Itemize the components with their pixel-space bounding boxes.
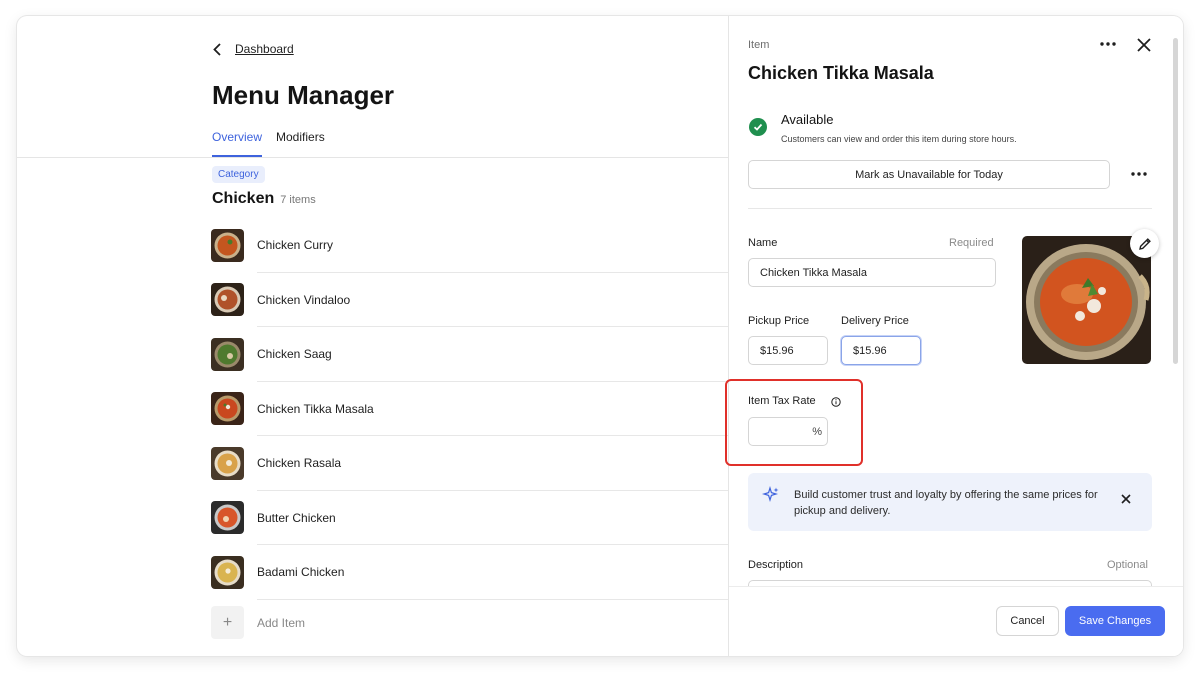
list-item[interactable]: Chicken Tikka Masala bbox=[211, 382, 728, 436]
item-name: Butter Chicken bbox=[257, 510, 336, 525]
more-options-icon[interactable] bbox=[1098, 36, 1118, 52]
menu-manager-content: Dashboard Menu Manager Overview Modifier… bbox=[17, 16, 728, 656]
item-thumbnail bbox=[211, 446, 244, 480]
item-name: Chicken Saag bbox=[257, 347, 332, 362]
percent-suffix: % bbox=[812, 425, 822, 438]
dismiss-tip-icon[interactable] bbox=[1120, 493, 1132, 505]
item-name: Chicken Curry bbox=[257, 238, 334, 253]
info-icon[interactable] bbox=[831, 397, 841, 407]
plus-icon[interactable]: + bbox=[211, 606, 244, 639]
item-photo bbox=[1022, 236, 1151, 364]
app-window: Dashboard Menu Manager Overview Modifier… bbox=[17, 16, 1183, 656]
save-changes-button[interactable]: Save Changes bbox=[1065, 606, 1165, 636]
item-name: Chicken Rasala bbox=[257, 456, 342, 471]
delivery-price-label: Delivery Price bbox=[841, 315, 909, 327]
item-name: Chicken Vindaloo bbox=[257, 292, 351, 307]
name-required-hint: Required bbox=[949, 237, 994, 249]
mark-unavailable-button[interactable]: Mark as Unavailable for Today bbox=[748, 160, 1110, 189]
breadcrumb[interactable]: Dashboard bbox=[213, 42, 294, 56]
menu-item-list: Chicken Curry Chicken Vindaloo Chicken S… bbox=[211, 218, 728, 600]
item-name: Badami Chicken bbox=[257, 565, 345, 580]
divider bbox=[748, 208, 1152, 209]
dashboard-link[interactable]: Dashboard bbox=[235, 42, 294, 56]
item-thumbnail bbox=[211, 228, 244, 262]
panel-footer: Cancel Save Changes bbox=[729, 586, 1183, 656]
tab-modifiers[interactable]: Modifiers bbox=[276, 130, 325, 157]
tip-banner: Build customer trust and loyalty by offe… bbox=[748, 473, 1152, 531]
availability-description: Customers can view and order this item d… bbox=[781, 134, 1017, 144]
add-item-row[interactable]: + Add Item bbox=[211, 606, 305, 639]
list-item[interactable]: Chicken Saag bbox=[211, 327, 728, 382]
description-label: Description bbox=[748, 559, 804, 571]
add-item-label: Add Item bbox=[257, 615, 306, 630]
panel-scrollbar[interactable] bbox=[1173, 38, 1178, 364]
chevron-left-icon[interactable] bbox=[213, 42, 221, 56]
tip-text: Build customer trust and loyalty by offe… bbox=[794, 489, 1098, 517]
name-input[interactable]: Chicken Tikka Masala bbox=[748, 258, 996, 287]
list-item[interactable]: Butter Chicken bbox=[211, 491, 728, 545]
tax-rate-label: Item Tax Rate bbox=[748, 395, 816, 407]
item-thumbnail bbox=[211, 392, 244, 426]
item-detail-panel: Item Chicken Tikka Masala Available Cust… bbox=[725, 16, 1183, 656]
delivery-price-input[interactable]: $15.96 bbox=[841, 336, 921, 365]
divider bbox=[17, 157, 728, 158]
check-circle-icon bbox=[749, 118, 767, 136]
item-thumbnail bbox=[211, 501, 244, 535]
item-name: Chicken Tikka Masala bbox=[257, 401, 374, 416]
category-name: Chicken bbox=[212, 190, 275, 207]
list-item[interactable]: Chicken Curry bbox=[211, 218, 728, 273]
list-item[interactable]: Chicken Vindaloo bbox=[211, 273, 728, 327]
pencil-icon bbox=[1138, 237, 1151, 250]
tax-rate-input[interactable]: % bbox=[748, 417, 828, 446]
panel-eyebrow: Item bbox=[748, 39, 770, 51]
pickup-price-label: Pickup Price bbox=[748, 315, 810, 327]
item-thumbnail bbox=[211, 337, 244, 371]
availability-more-icon[interactable] bbox=[1129, 168, 1149, 180]
category-header: Chicken 7 items bbox=[212, 190, 316, 208]
edit-photo-button[interactable] bbox=[1130, 229, 1159, 258]
close-icon[interactable] bbox=[1135, 36, 1153, 54]
cancel-button[interactable]: Cancel bbox=[996, 606, 1059, 636]
description-optional-hint: Optional bbox=[1107, 559, 1148, 571]
item-thumbnail bbox=[211, 283, 244, 317]
tab-overview[interactable]: Overview bbox=[212, 130, 263, 157]
category-badge: Category bbox=[212, 166, 265, 183]
item-thumbnail bbox=[211, 555, 244, 589]
pickup-price-input[interactable]: $15.96 bbox=[748, 336, 828, 365]
name-label: Name bbox=[748, 237, 778, 249]
list-item[interactable]: Chicken Rasala bbox=[211, 436, 728, 491]
sparkle-icon bbox=[762, 486, 779, 503]
availability-status: Available bbox=[781, 112, 834, 127]
category-count: 7 items bbox=[280, 194, 316, 206]
list-item[interactable]: Badami Chicken bbox=[211, 545, 728, 600]
page-title: Menu Manager bbox=[212, 80, 395, 110]
panel-title: Chicken Tikka Masala bbox=[748, 63, 934, 83]
tab-bar: Overview Modifiers bbox=[212, 130, 325, 157]
